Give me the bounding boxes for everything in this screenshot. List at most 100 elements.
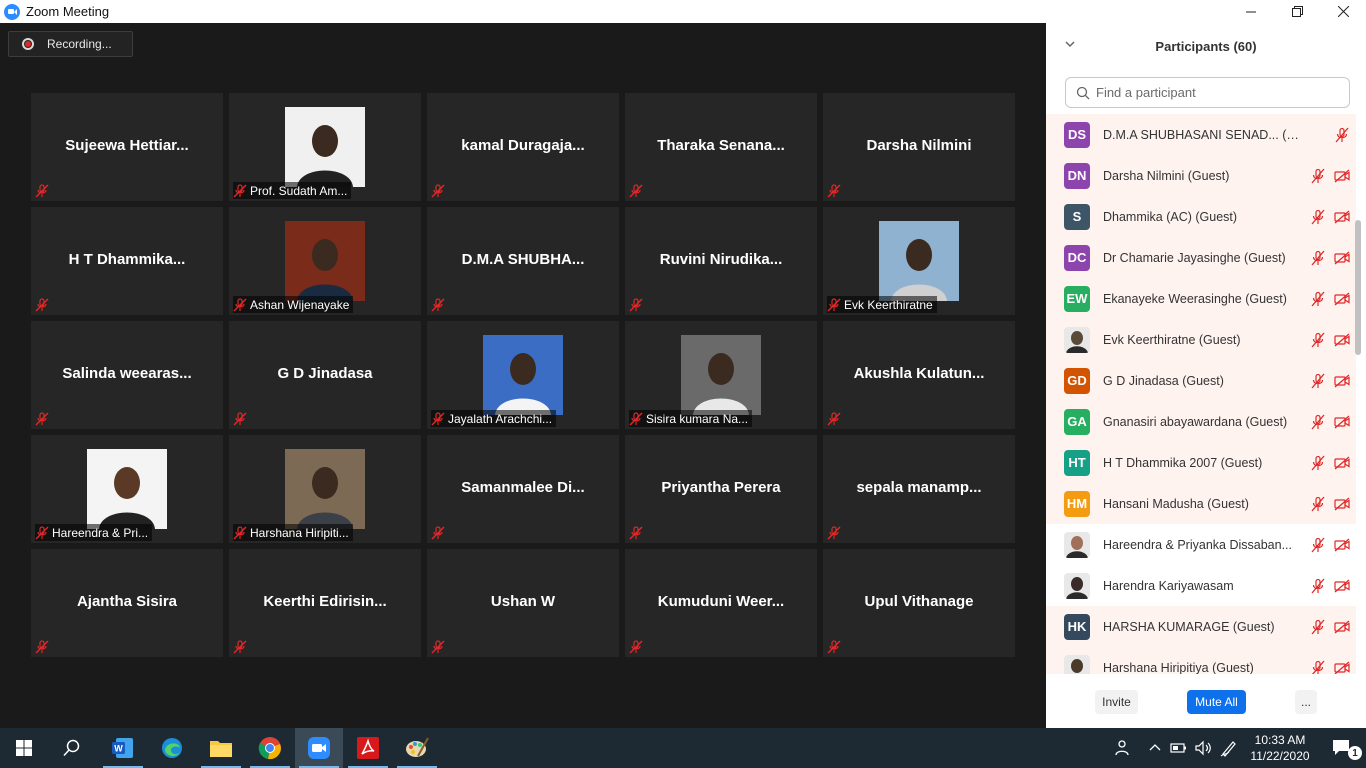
muted-mic-icon[interactable] xyxy=(1310,619,1326,635)
video-tile[interactable]: Samanmalee Di... xyxy=(427,435,619,543)
participant-row[interactable]: S Dhammika (AC) (Guest) xyxy=(1046,196,1356,237)
video-tile[interactable]: Jayalath Arachchi... xyxy=(427,321,619,429)
video-off-icon[interactable] xyxy=(1334,291,1350,307)
video-tile[interactable]: G D Jinadasa xyxy=(229,321,421,429)
video-off-icon[interactable] xyxy=(1334,250,1350,266)
mute-all-button[interactable]: Mute All xyxy=(1187,690,1246,714)
video-off-icon[interactable] xyxy=(1334,578,1350,594)
video-tile[interactable]: Sujeewa Hettiar... xyxy=(31,93,223,201)
video-off-icon[interactable] xyxy=(1334,414,1350,430)
taskbar-zoom[interactable] xyxy=(295,728,343,768)
video-tile[interactable]: Akushla Kulatun... xyxy=(823,321,1015,429)
participant-row[interactable]: HM Hansani Madusha (Guest) xyxy=(1046,483,1356,524)
video-tile[interactable]: Salinda weearas... xyxy=(31,321,223,429)
video-tile[interactable]: Prof. Sudath Am... xyxy=(229,93,421,201)
muted-mic-icon[interactable] xyxy=(1310,373,1326,389)
restore-button[interactable] xyxy=(1274,0,1320,23)
video-off-icon[interactable] xyxy=(1334,209,1350,225)
muted-mic-icon[interactable] xyxy=(1310,291,1326,307)
video-tile[interactable]: Hareendra & Pri... xyxy=(31,435,223,543)
minimize-button[interactable] xyxy=(1228,0,1274,23)
video-tile[interactable]: Sisira kumara Na... xyxy=(625,321,817,429)
participant-row[interactable]: Hareendra & Priyanka Dissaban... xyxy=(1046,524,1356,565)
participant-row[interactable]: GA Gnanasiri abayawardana (Guest) xyxy=(1046,401,1356,442)
video-off-icon[interactable] xyxy=(1334,373,1350,389)
participant-list-scrollbar[interactable] xyxy=(1355,220,1361,355)
video-tile[interactable]: Ajantha Sisira xyxy=(31,549,223,657)
pen-icon[interactable] xyxy=(1220,739,1238,757)
muted-mic-icon[interactable] xyxy=(1310,660,1326,674)
search-input[interactable] xyxy=(1096,85,1336,100)
participant-controls xyxy=(1310,578,1350,594)
muted-mic-icon xyxy=(233,183,247,197)
participant-row[interactable]: DC Dr Chamarie Jayasinghe (Guest) xyxy=(1046,237,1356,278)
chevron-up-icon[interactable] xyxy=(1148,741,1162,755)
volume-icon[interactable] xyxy=(1194,740,1212,756)
video-tile[interactable]: Evk Keerthiratne xyxy=(823,207,1015,315)
muted-mic-icon[interactable] xyxy=(1310,250,1326,266)
muted-mic-icon[interactable] xyxy=(1310,414,1326,430)
video-off-icon[interactable] xyxy=(1334,619,1350,635)
battery-icon[interactable] xyxy=(1170,741,1188,755)
start-button[interactable] xyxy=(0,728,48,768)
muted-mic-icon xyxy=(827,183,841,197)
chevron-down-icon[interactable] xyxy=(1064,38,1076,50)
muted-mic-icon[interactable] xyxy=(1310,455,1326,471)
muted-mic-icon[interactable] xyxy=(1334,127,1350,143)
video-tile[interactable]: Ushan W xyxy=(427,549,619,657)
video-tile[interactable]: sepala manamp... xyxy=(823,435,1015,543)
video-tile[interactable]: D.M.A SHUBHA... xyxy=(427,207,619,315)
taskbar-paint[interactable] xyxy=(393,728,441,768)
participant-row[interactable]: DN Darsha Nilmini (Guest) xyxy=(1046,155,1356,196)
participant-row[interactable]: GD G D Jinadasa (Guest) xyxy=(1046,360,1356,401)
taskbar-clock[interactable]: 10:33 AM 11/22/2020 xyxy=(1240,732,1320,764)
participant-row[interactable]: Harshana Hiripitiya (Guest) xyxy=(1046,647,1356,674)
video-tile[interactable]: Darsha Nilmini xyxy=(823,93,1015,201)
video-off-icon[interactable] xyxy=(1334,332,1350,348)
participant-name: Hareendra & Priyanka Dissaban... xyxy=(1103,537,1292,552)
participant-row[interactable]: Harendra Kariyawasam xyxy=(1046,565,1356,606)
video-off-icon[interactable] xyxy=(1334,496,1350,512)
video-off-icon[interactable] xyxy=(1334,168,1350,184)
taskbar-edge[interactable] xyxy=(148,728,196,768)
notifications-button[interactable]: 1 xyxy=(1318,728,1366,768)
participant-search[interactable] xyxy=(1065,77,1350,108)
more-button[interactable]: ... xyxy=(1295,690,1317,714)
video-tile[interactable]: kamal Duragaja... xyxy=(427,93,619,201)
video-off-icon[interactable] xyxy=(1334,537,1350,553)
muted-mic-icon[interactable] xyxy=(1310,496,1326,512)
participant-row[interactable]: DS D.M.A SHUBHASANI SENAD... (Guest) xyxy=(1046,114,1356,155)
video-tile[interactable]: Harshana Hiripiti... xyxy=(229,435,421,543)
video-tile[interactable]: Ruvini Nirudika... xyxy=(625,207,817,315)
video-tile[interactable]: H T Dhammika... xyxy=(31,207,223,315)
participant-controls xyxy=(1310,537,1350,553)
invite-button[interactable]: Invite xyxy=(1095,690,1138,714)
taskbar-word[interactable]: W xyxy=(99,728,147,768)
muted-mic-icon[interactable] xyxy=(1310,209,1326,225)
video-tile[interactable]: Ashan Wijenayake xyxy=(229,207,421,315)
tile-footer xyxy=(827,182,845,199)
video-off-icon[interactable] xyxy=(1334,455,1350,471)
video-tile[interactable]: Priyantha Perera xyxy=(625,435,817,543)
muted-mic-icon[interactable] xyxy=(1310,168,1326,184)
recording-indicator[interactable]: Recording... xyxy=(8,31,133,57)
taskbar-chrome[interactable] xyxy=(246,728,294,768)
participant-row[interactable]: HT H T Dhammika 2007 (Guest) xyxy=(1046,442,1356,483)
taskbar-acrobat[interactable] xyxy=(344,728,392,768)
video-off-icon[interactable] xyxy=(1334,660,1350,674)
muted-mic-icon[interactable] xyxy=(1310,332,1326,348)
muted-mic-icon[interactable] xyxy=(1310,537,1326,553)
taskbar-search-button[interactable] xyxy=(48,728,96,768)
close-button[interactable] xyxy=(1320,0,1366,23)
people-icon[interactable] xyxy=(1114,739,1132,757)
video-tile[interactable]: Tharaka Senana... xyxy=(625,93,817,201)
taskbar-file-explorer[interactable] xyxy=(197,728,245,768)
participant-row[interactable]: HK HARSHA KUMARAGE (Guest) xyxy=(1046,606,1356,647)
video-tile[interactable]: Kumuduni Weer... xyxy=(625,549,817,657)
participant-row[interactable]: Evk Keerthiratne (Guest) xyxy=(1046,319,1356,360)
muted-mic-icon[interactable] xyxy=(1310,578,1326,594)
zoom-icon xyxy=(308,737,330,759)
video-tile[interactable]: Keerthi Edirisin... xyxy=(229,549,421,657)
participant-row[interactable]: EW Ekanayeke Weerasinghe (Guest) xyxy=(1046,278,1356,319)
video-tile[interactable]: Upul Vithanage xyxy=(823,549,1015,657)
